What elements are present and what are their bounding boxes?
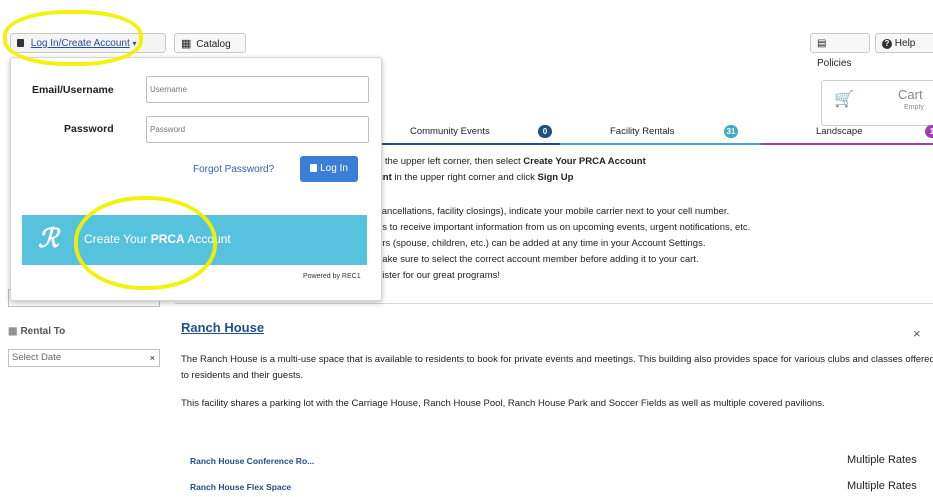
password-label: Password: [64, 123, 114, 135]
instruction-line: gister for our great programs!: [377, 270, 501, 281]
instruction-line: cancellations, facility closings), indic…: [377, 206, 730, 217]
instruction-bold: Create Your PRCA Account: [523, 156, 646, 167]
tab-badge: 0: [538, 125, 552, 138]
cart-icon: 🛒: [834, 91, 854, 108]
highlight-annotation: [3, 10, 143, 66]
email-field[interactable]: [146, 76, 369, 103]
lock-icon: [310, 164, 318, 172]
login-submit-button[interactable]: Log In: [300, 156, 358, 182]
instruction-line: es to receive important information from…: [377, 222, 751, 233]
instruction-text: in the upper right corner and click: [391, 172, 538, 183]
facility-parking-note: This facility shares a parking lot with …: [181, 398, 825, 409]
clear-icon[interactable]: ×: [150, 350, 155, 366]
calendar-icon: ▦: [8, 326, 18, 337]
tab-underline: [560, 143, 760, 145]
facility-item-link[interactable]: Ranch House Flex Space: [190, 482, 291, 492]
instruction-line: unt in the upper right corner and click …: [377, 172, 573, 183]
select-placeholder: Select Date: [12, 352, 62, 363]
close-icon[interactable]: ×: [913, 326, 921, 341]
category-tabs: Community Events 0 Facility Rentals 31 L…: [370, 123, 933, 145]
tab-underline: [760, 143, 933, 145]
tab-label: Facility Rentals: [610, 126, 675, 137]
grid-icon: ▦: [181, 38, 192, 50]
tab-community-events[interactable]: Community Events: [410, 126, 490, 137]
tab-landscape[interactable]: Landscape: [816, 126, 862, 137]
login-submit-label: Log In: [320, 163, 348, 174]
help-button-label: Help: [894, 38, 916, 49]
facility-item-rates: Multiple Rates: [847, 480, 917, 492]
catalog-button[interactable]: ▦ Catalog: [174, 33, 246, 53]
tab-badge: 1: [925, 125, 933, 138]
rental-to-label: ▦ Rental To: [8, 326, 65, 337]
policies-button[interactable]: ▤ Policies: [810, 33, 870, 69]
question-icon: ?: [882, 39, 892, 49]
tab-underline: [370, 143, 560, 145]
email-label: Email/Username: [32, 84, 114, 96]
facility-item-rates: Multiple Rates: [847, 454, 917, 466]
cart-button[interactable]: 🛒 Cart Empty: [821, 80, 933, 126]
highlight-annotation: [74, 196, 217, 290]
cart-status: Empty: [904, 104, 924, 111]
facility-description: The Ranch House is a multi-use space tha…: [181, 354, 933, 381]
instruction-line: ers (spouse, children, etc.) can be adde…: [377, 238, 706, 249]
facility-item-link[interactable]: Ranch House Conference Ro...: [190, 456, 314, 466]
instruction-line: nake sure to select the correct account …: [377, 254, 699, 265]
tab-facility-rentals[interactable]: Facility Rentals: [610, 126, 674, 137]
powered-by-text: Powered by REC1: [303, 273, 361, 280]
instruction-line: n the upper left corner, then select Cre…: [377, 156, 646, 167]
tab-label: Landscape: [816, 126, 863, 137]
rental-to-date-select[interactable]: Select Date ×: [8, 349, 160, 367]
tab-label: Community Events: [410, 126, 490, 137]
rental-to-text: Rental To: [20, 326, 66, 337]
tab-badge: 31: [724, 125, 738, 138]
facility-title[interactable]: Ranch House: [181, 320, 264, 335]
policies-button-label: Policies: [817, 58, 852, 69]
password-field[interactable]: [146, 116, 369, 143]
forgot-password-link[interactable]: Forgot Password?: [193, 164, 274, 175]
instruction-text: n the upper left corner, then select: [377, 156, 524, 167]
facility-card: Ranch House × The Ranch House is a multi…: [175, 303, 933, 449]
document-icon: ▤: [817, 38, 827, 49]
rec1-logo-icon: ℛ: [38, 223, 59, 253]
help-button[interactable]: ? Help: [875, 33, 933, 53]
cart-label: Cart: [898, 87, 923, 102]
catalog-button-label: Catalog: [196, 39, 231, 50]
instruction-bold: Sign Up: [537, 172, 574, 183]
